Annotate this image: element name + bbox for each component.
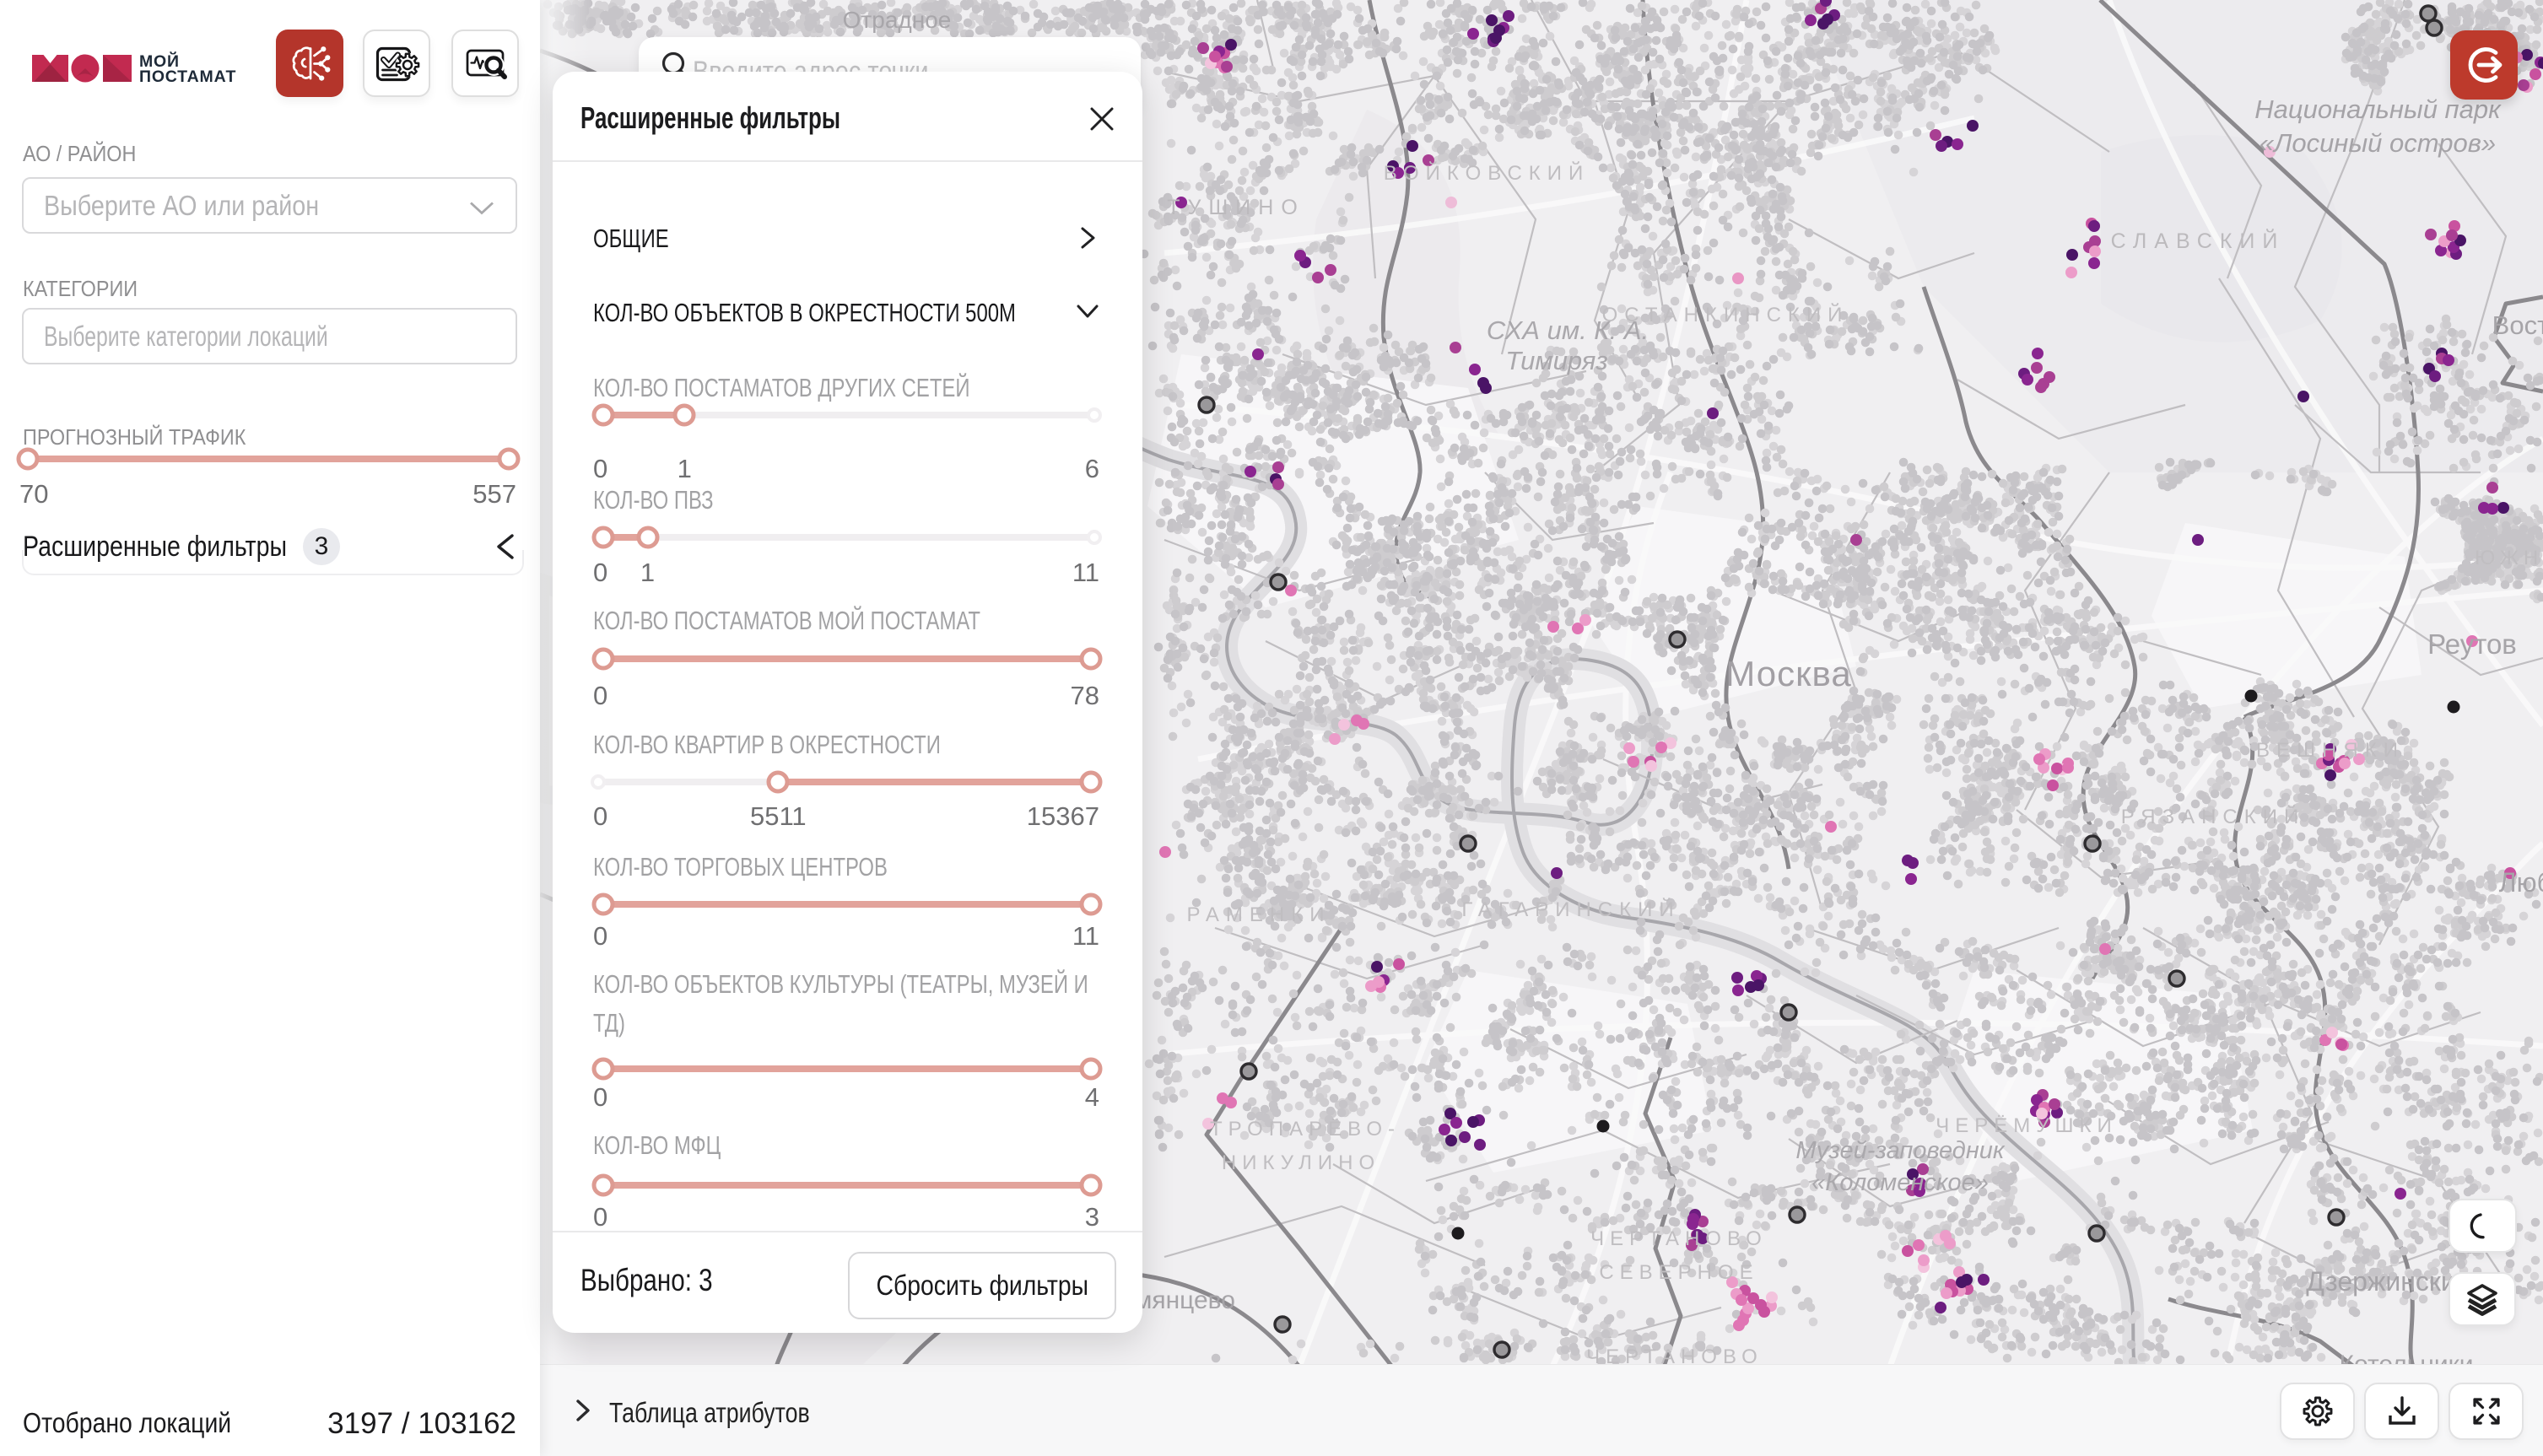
svg-text:ПОСТАМАТ: ПОСТАМАТ xyxy=(139,67,236,84)
